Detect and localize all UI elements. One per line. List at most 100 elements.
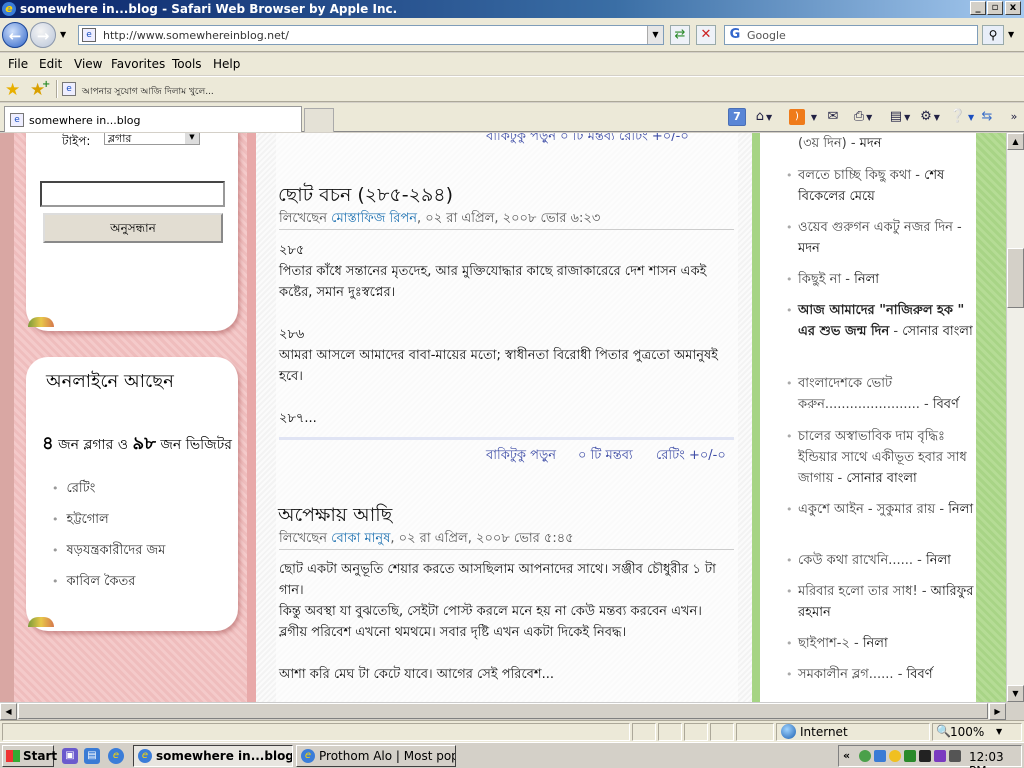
recent-post-title[interactable]: কেউ কথা রাখেনি...... — [798, 553, 913, 568]
quicklaunch-browser-icon[interactable]: e — [108, 748, 124, 764]
online-link-label[interactable]: ষড়যন্ত্রকারীদের জম — [67, 543, 166, 558]
recent-post-author[interactable]: নিলা — [926, 553, 951, 568]
zoom-level[interactable]: 100% — [950, 725, 984, 739]
recent-post-title[interactable]: বাংলাদেশকে ভোট করুন.....................… — [798, 376, 920, 412]
tray-network-icon[interactable] — [874, 750, 886, 762]
read-more-link[interactable]: বাকিটুকু পড়ুন — [486, 446, 556, 467]
recent-post-item[interactable]: • একুশে আইন - সুকুমার রায় - নিলা — [786, 499, 976, 520]
online-link-rating[interactable]: • রেটিং — [52, 479, 95, 500]
recent-post-title[interactable]: একুশে আইন - সুকুমার রায় — [798, 502, 935, 517]
history-dropdown-icon[interactable]: ▼ — [60, 30, 66, 39]
menu-file[interactable]: File — [8, 57, 28, 71]
horizontal-scroll-thumb[interactable] — [18, 703, 988, 719]
online-link-label[interactable]: কাবিল কৈতর — [67, 574, 136, 589]
recent-post-item[interactable]: • বাংলাদেশকে ভোট করুন....................… — [786, 373, 976, 415]
research-icon[interactable]: ⇆ — [978, 107, 996, 127]
new-tab-button[interactable] — [304, 108, 334, 132]
recent-post-title[interactable]: ছাইপাশ-২ — [798, 636, 850, 651]
tray-media-icon[interactable] — [934, 750, 946, 762]
favorite-page-icon[interactable]: e — [62, 82, 76, 96]
mail-icon[interactable]: ✉ — [824, 107, 842, 127]
previous-post-footer[interactable]: বাকিটুকু পড়ুন ০ টি মন্তব্য রেটিং +০/-০ — [486, 133, 689, 148]
search-input[interactable]: G Google — [724, 25, 978, 45]
scroll-left-icon[interactable]: ◀ — [0, 703, 17, 720]
recent-post-author[interactable]: বিবর্ণ — [933, 397, 959, 412]
comments-link[interactable]: ০ টি মন্তব্য — [578, 446, 633, 467]
recent-post-item[interactable]: • বলতে চাচ্ছি কিছু কথা - শেষ বিকেলের মেয়… — [786, 165, 976, 207]
tab-somewhereinblog[interactable]: e somewhere in...blog — [4, 106, 302, 132]
blog-search-input[interactable] — [40, 181, 225, 207]
page-menu-icon[interactable]: ▤ ▼ — [886, 107, 914, 127]
forward-button[interactable]: → — [30, 22, 56, 48]
zoom-icon[interactable]: 🔍 — [936, 724, 951, 738]
tools-gear-icon[interactable]: ⚙ ▼ — [916, 107, 944, 127]
home-icon[interactable]: ⌂ ▼ — [750, 107, 778, 127]
menu-view[interactable]: View — [74, 57, 102, 71]
recent-post-item[interactable]: • চালের অস্বাভাবিক দাম বৃদ্ধিঃ ইন্ডিয়ার … — [786, 426, 976, 489]
recent-post-author[interactable]: মদন — [798, 241, 820, 256]
recent-post-title[interactable]: বলতে চাচ্ছি কিছু কথা — [798, 168, 911, 183]
recent-post-author[interactable]: সোনার বাংলা — [846, 471, 917, 486]
recent-post-item[interactable]: • কেউ কথা রাখেনি...... - নিলা — [786, 550, 976, 571]
zoom-dropdown-icon[interactable]: ▼ — [996, 727, 1002, 736]
recent-post-title[interactable]: মরিবার হলো তার সাধ! — [798, 584, 918, 599]
search-options-dropdown-icon[interactable]: ▼ — [1008, 30, 1014, 39]
scroll-right-icon[interactable]: ▶ — [989, 703, 1006, 720]
tray-messenger-icon[interactable] — [889, 750, 901, 762]
post-author-link[interactable]: মোস্তাফিজ রিপন — [331, 211, 417, 226]
tray-user-icon[interactable] — [859, 750, 871, 762]
recent-post-item[interactable]: • আজ আমাদের "নাজিরুল হক " এর শুভ জন্ম দিন… — [786, 300, 976, 342]
print-icon[interactable]: ⎙ ▼ — [848, 107, 878, 127]
taskbar-item-somewhereinblog[interactable]: e somewhere in...blog - ... — [133, 745, 293, 767]
vertical-scrollbar[interactable]: ▲ ▼ — [1006, 133, 1024, 702]
toolbar-overflow-icon[interactable]: » — [1008, 107, 1020, 127]
recent-post-item[interactable]: • ছাইপাশ-২ - নিলা — [786, 633, 976, 654]
taskbar-clock[interactable]: 12:03 PM — [969, 750, 1021, 768]
favorites-star-icon[interactable]: ★ — [5, 80, 20, 100]
recent-post-author[interactable]: নিলা — [948, 502, 973, 517]
blog-search-button[interactable]: অনুসন্ধান — [43, 213, 223, 243]
address-url[interactable]: http://www.somewhereinblog.net/ — [103, 29, 289, 42]
address-input[interactable]: e http://www.somewhereinblog.net/ ▼ — [78, 25, 664, 45]
recent-post-item[interactable]: • ওয়েব গুরুগন একটু নজর দিন - মদন — [786, 217, 976, 259]
recent-post-title[interactable]: (৩য় দিন) — [798, 136, 847, 151]
quicklaunch-app-icon[interactable]: ▣ — [62, 748, 78, 764]
recent-post-item[interactable]: • কিছুই না - নিলা — [786, 269, 976, 290]
start-button[interactable]: Start — [2, 745, 57, 767]
recent-post-author[interactable]: বিবর্ণ — [907, 667, 933, 682]
favorite-link[interactable]: আপনার সুযোগ আজি দিলাম খুলে... — [82, 84, 214, 99]
maximize-button[interactable]: ▫ — [987, 1, 1003, 15]
vertical-scroll-thumb[interactable] — [1007, 248, 1024, 308]
menu-help[interactable]: Help — [213, 57, 240, 71]
refresh-button[interactable]: ⇄ — [670, 25, 690, 45]
search-button[interactable]: ⚲ — [982, 25, 1004, 45]
taskbar-item-prothomalo[interactable]: e Prothom Alo | Most popul... — [296, 745, 456, 767]
online-link-hottogol[interactable]: • হট্টগোল — [52, 510, 109, 531]
post-author-link[interactable]: বোকা মানুষ — [331, 531, 390, 546]
tray-volume-icon[interactable] — [949, 750, 961, 762]
recent-post-author[interactable]: মদন — [860, 136, 882, 151]
chevron-down-icon[interactable]: ▼ — [185, 133, 199, 144]
question-icon[interactable]: ❔ ▼ — [948, 107, 976, 127]
close-window-button[interactable]: x — [1005, 1, 1021, 15]
help-icon[interactable]: 7 — [728, 108, 746, 126]
recent-post-title[interactable]: ওয়েব গুরুগন একটু নজর দিন — [798, 220, 953, 235]
scroll-down-icon[interactable]: ▼ — [1007, 685, 1024, 702]
scroll-up-icon[interactable]: ▲ — [1007, 133, 1024, 150]
recent-post-title[interactable]: কিছুই না — [798, 272, 841, 287]
address-dropdown-icon[interactable]: ▼ — [647, 26, 663, 44]
horizontal-scrollbar[interactable]: ◀ ▶ — [0, 702, 1006, 720]
recent-post-item[interactable]: • মরিবার হলো তার সাধ! - আরিফুর রহমান — [786, 581, 976, 623]
type-select[interactable]: ব্লগার ▼ — [104, 133, 200, 145]
rss-dropdown-icon[interactable]: ▼ — [808, 107, 818, 127]
rss-icon[interactable]: ) — [789, 109, 805, 125]
back-button[interactable]: ← — [2, 22, 28, 48]
stop-button[interactable]: ✕ — [696, 25, 716, 45]
quicklaunch-desktop-icon[interactable]: ▤ — [84, 748, 100, 764]
recent-post-author[interactable]: নিলা — [854, 272, 879, 287]
tray-app-icon[interactable] — [904, 750, 916, 762]
recent-post-item[interactable]: (৩য় দিন) - মদন — [786, 133, 976, 154]
tray-monitor-icon[interactable] — [919, 750, 931, 762]
recent-post-author[interactable]: সোনার বাংলা — [902, 324, 973, 339]
online-link-label[interactable]: হট্টগোল — [67, 512, 109, 527]
